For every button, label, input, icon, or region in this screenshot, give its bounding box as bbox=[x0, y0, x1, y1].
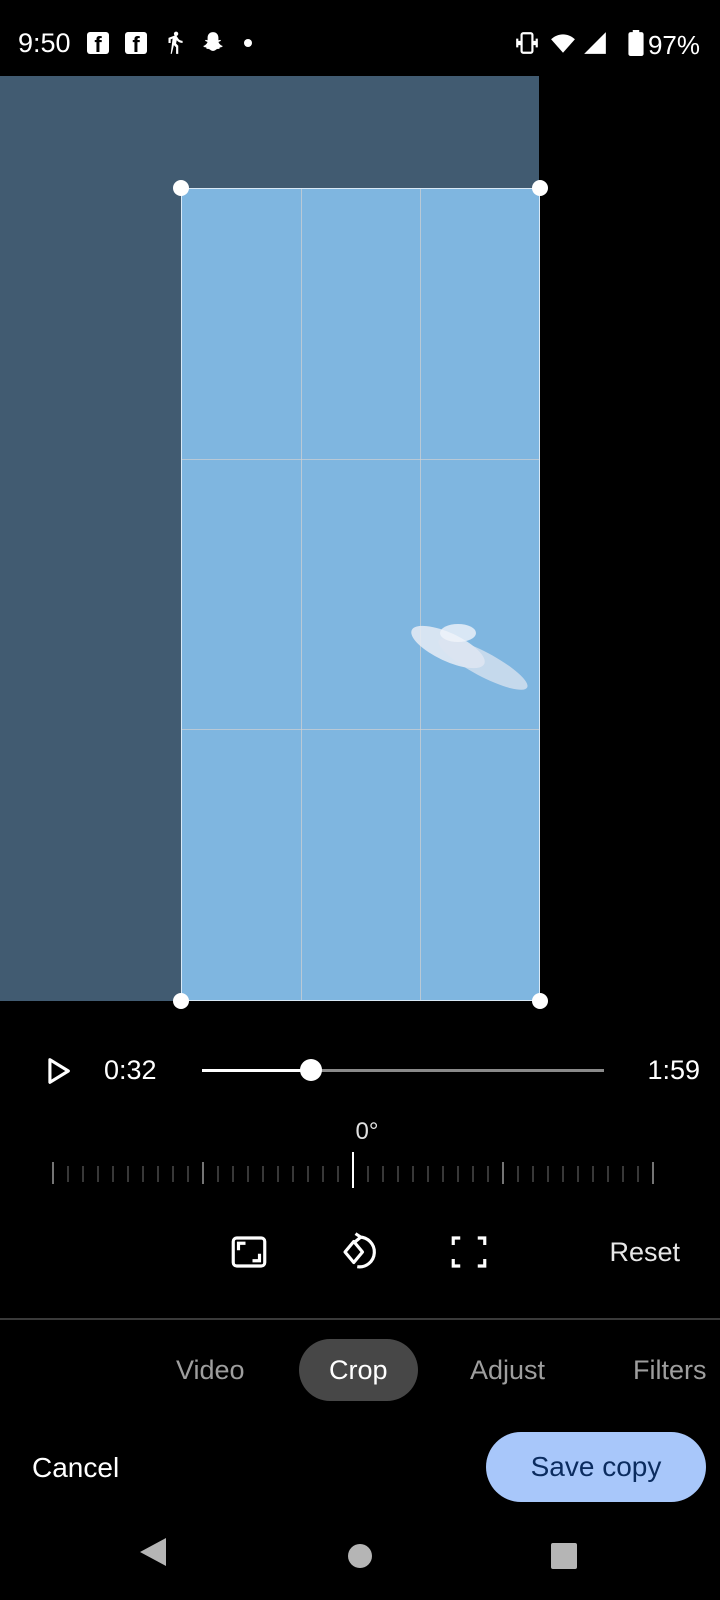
home-icon[interactable] bbox=[347, 1543, 373, 1569]
cancel-button[interactable]: Cancel bbox=[32, 1452, 119, 1484]
crop-handle-top-right[interactable] bbox=[532, 180, 548, 196]
rotation-dial[interactable] bbox=[50, 1152, 670, 1188]
grid-line bbox=[300, 189, 302, 1000]
plane-blur-image bbox=[411, 624, 528, 690]
aspect-ratio-icon[interactable] bbox=[228, 1231, 270, 1273]
scrubber-progress bbox=[202, 1069, 311, 1072]
rotate-icon[interactable] bbox=[338, 1231, 380, 1273]
wifi-icon bbox=[551, 34, 575, 53]
signal-icon bbox=[584, 32, 606, 54]
tab-crop[interactable]: Crop bbox=[299, 1339, 418, 1401]
crop-frame[interactable] bbox=[181, 188, 540, 1001]
facebook-icon: f bbox=[125, 32, 147, 57]
crop-handle-bottom-right[interactable] bbox=[532, 993, 548, 1009]
total-time: 1:59 bbox=[647, 1055, 700, 1085]
vibrate-icon bbox=[516, 32, 538, 54]
save-copy-button[interactable]: Save copy bbox=[486, 1432, 706, 1502]
free-crop-icon[interactable] bbox=[448, 1231, 490, 1273]
crop-handle-bottom-left[interactable] bbox=[173, 993, 189, 1009]
facebook-icon: f bbox=[87, 32, 109, 57]
back-icon[interactable] bbox=[138, 1536, 168, 1568]
walking-icon bbox=[168, 31, 183, 54]
recents-icon[interactable] bbox=[551, 1543, 577, 1569]
status-bar: 9:50 f f 97% bbox=[0, 0, 720, 76]
current-time: 0:32 bbox=[104, 1055, 157, 1085]
grid-line bbox=[419, 189, 421, 1000]
tab-adjust[interactable]: Adjust bbox=[440, 1339, 575, 1401]
crop-handle-top-left[interactable] bbox=[173, 180, 189, 196]
reset-button[interactable]: Reset bbox=[609, 1237, 680, 1268]
video-scrubber[interactable] bbox=[202, 1059, 604, 1081]
divider bbox=[0, 1318, 720, 1320]
rotation-value: 0° bbox=[355, 1118, 379, 1145]
status-time: 9:50 bbox=[18, 28, 71, 58]
battery-percentage: 97% bbox=[647, 30, 700, 60]
battery-icon bbox=[628, 30, 644, 56]
scrubber-thumb[interactable] bbox=[299, 1059, 322, 1081]
grid-line bbox=[182, 729, 539, 731]
grid-line bbox=[182, 459, 539, 461]
play-icon[interactable] bbox=[40, 1054, 74, 1088]
dot-icon bbox=[244, 39, 252, 47]
tab-filters[interactable]: Filters bbox=[603, 1339, 720, 1401]
snapchat-icon bbox=[203, 32, 223, 51]
tab-video[interactable]: Video bbox=[146, 1339, 275, 1401]
